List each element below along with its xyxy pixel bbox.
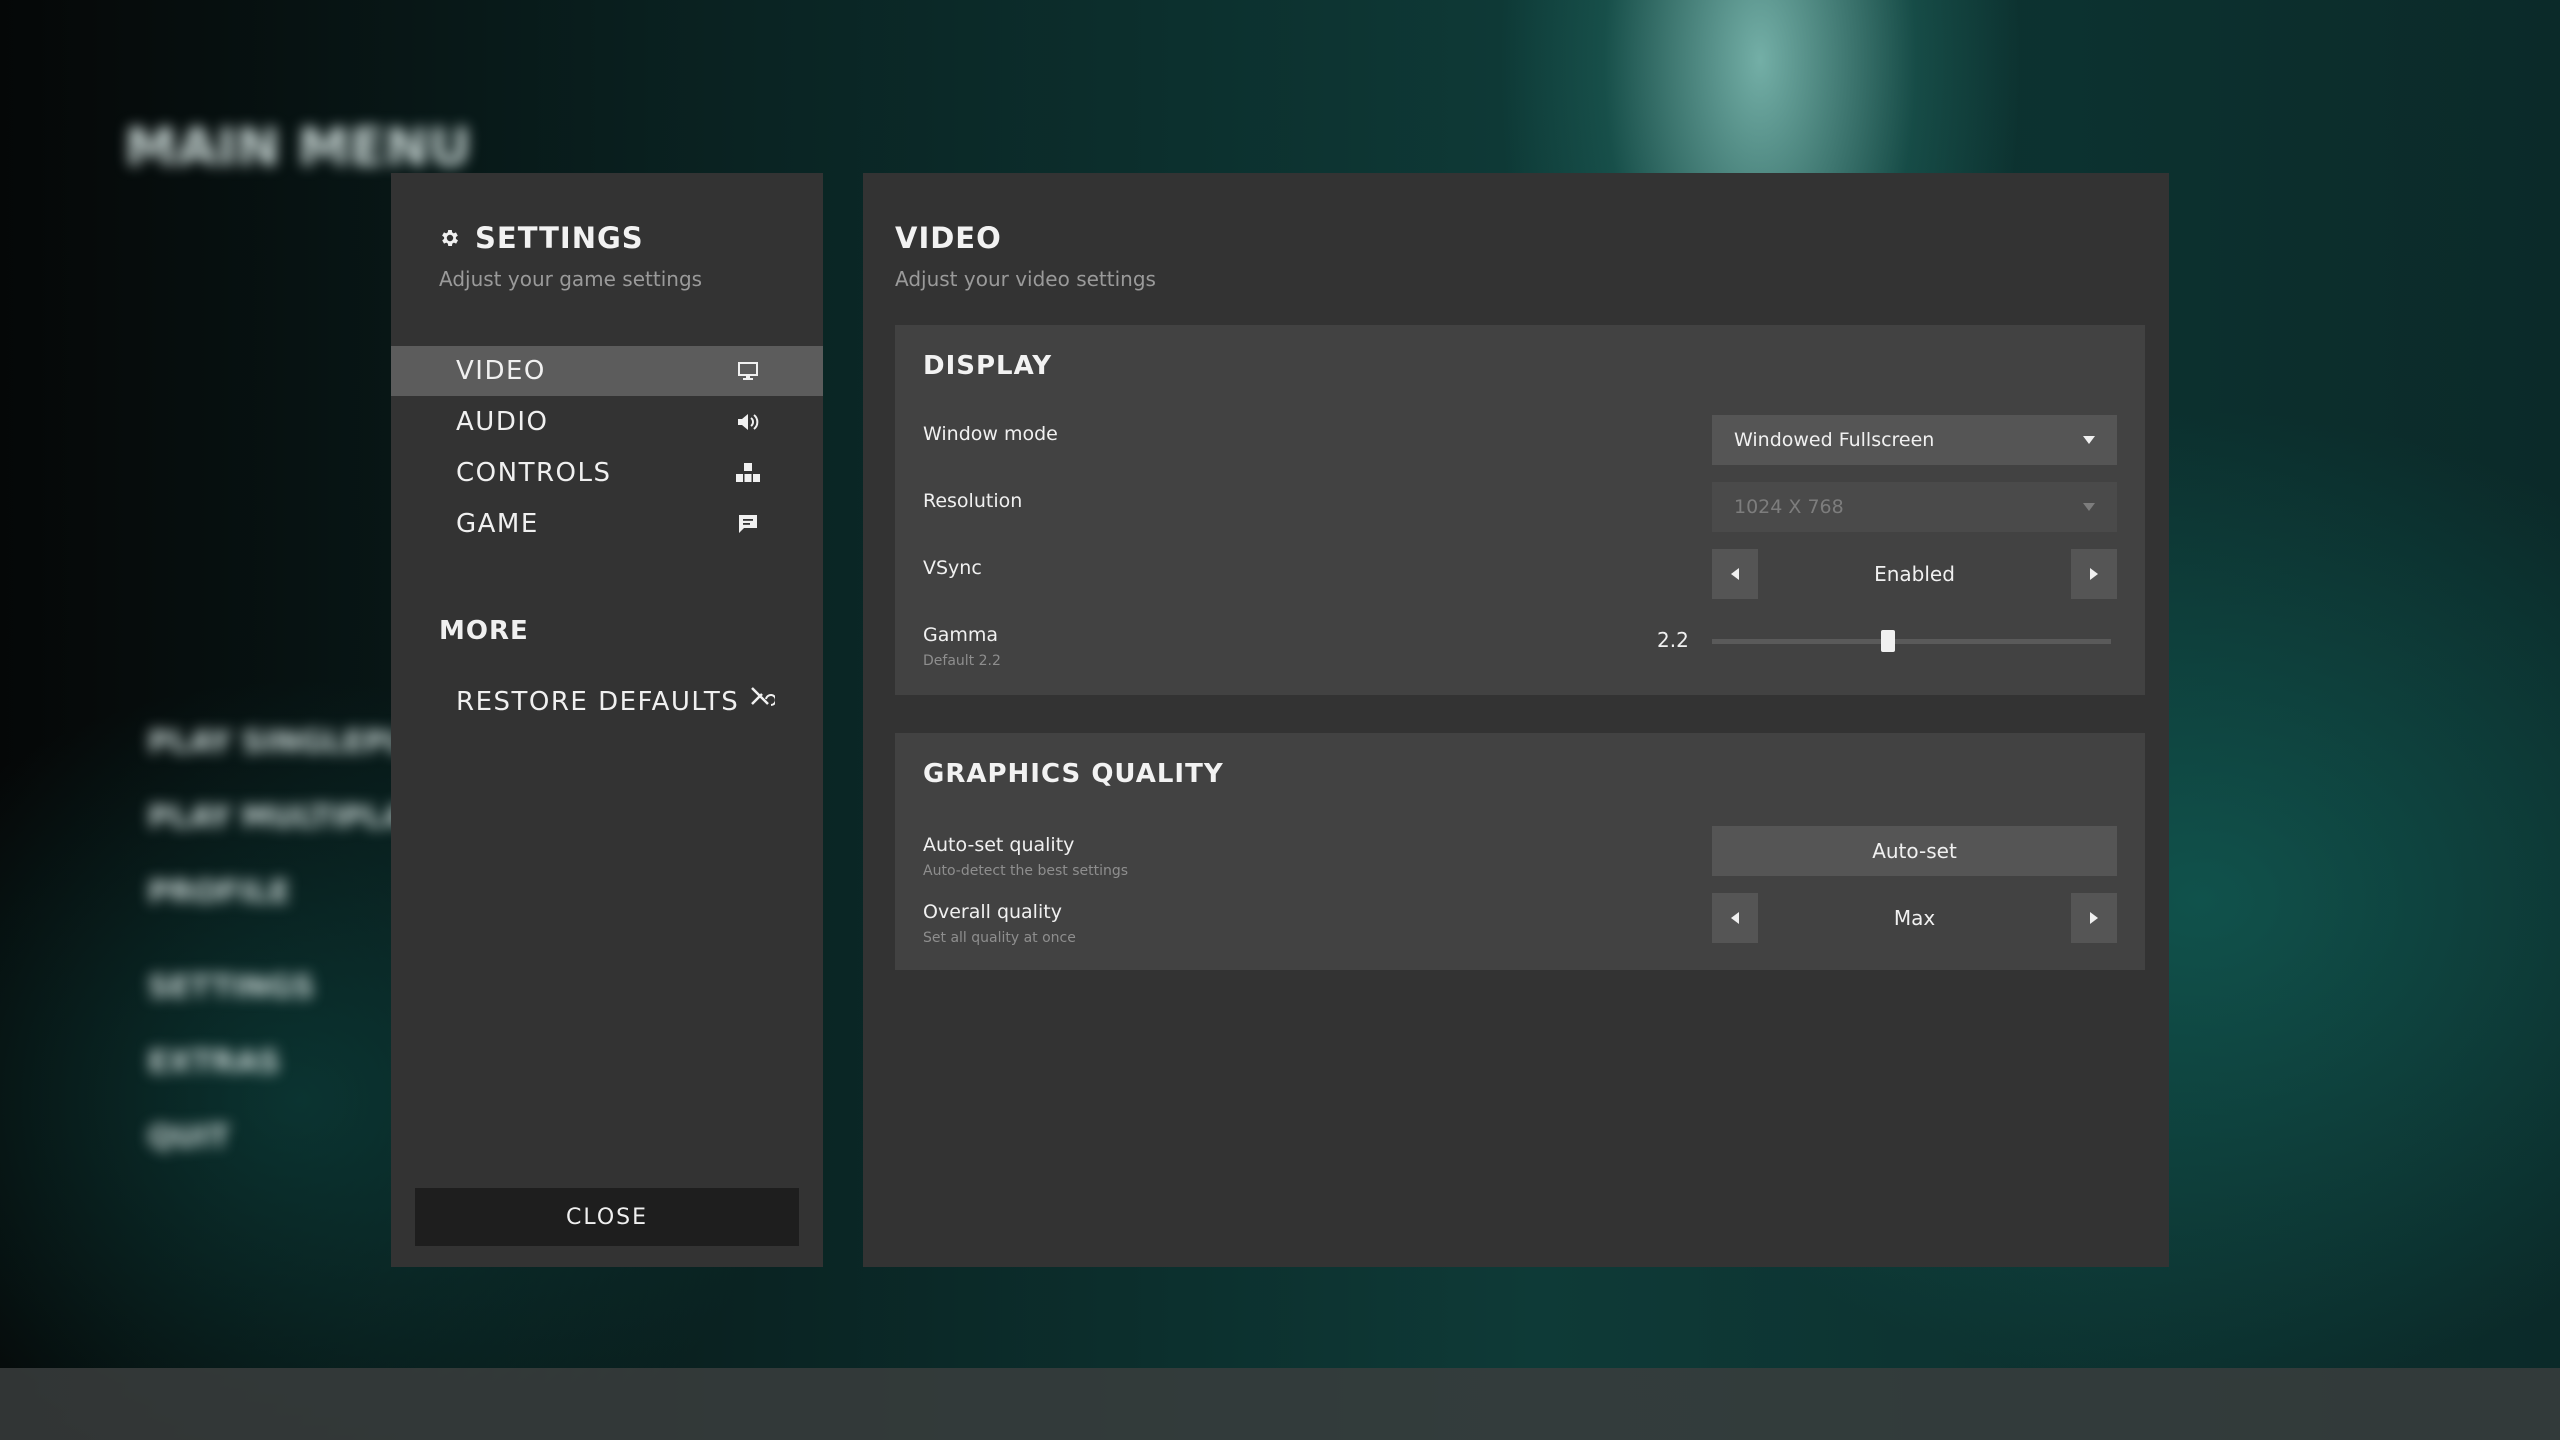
gamma-slider-track[interactable] — [1712, 630, 2111, 652]
background-menu-item-5: EXTRAS — [148, 1045, 281, 1080]
background-menu-item-3: PROFILE — [148, 875, 290, 910]
nav-item-audio[interactable]: AUDIO — [391, 397, 823, 447]
background-footer-bar — [0, 1368, 2560, 1440]
settings-sidebar: SETTINGS Adjust your game settings VIDEO… — [391, 173, 823, 1267]
gamma-slider-group: 2.2 — [1657, 616, 2117, 666]
nav-item-controls[interactable]: CONTROLS — [391, 448, 823, 498]
auto-set-row: Auto-set quality Auto-detect the best se… — [923, 826, 2117, 879]
overall-quality-row: Overall quality Set all quality at once … — [923, 893, 2117, 946]
monitor-icon — [735, 358, 761, 384]
gear-icon — [439, 227, 461, 249]
arrow-right-icon — [2090, 912, 2098, 924]
window-mode-row: Window mode Windowed Fullscreen — [923, 415, 2117, 465]
display-title: DISPLAY — [923, 351, 1053, 381]
graphics-quality-title: GRAPHICS QUALITY — [923, 759, 1224, 789]
window-mode-label: Window mode — [923, 423, 1058, 445]
background-heading: MAIN MENU — [125, 118, 471, 178]
video-settings-panel: VIDEO Adjust your video settings DISPLAY… — [863, 173, 2169, 1267]
resolution-label: Resolution — [923, 490, 1023, 512]
video-subtitle: Adjust your video settings — [895, 267, 1156, 291]
auto-set-label: Auto-set quality — [923, 834, 1075, 856]
overall-quality-label: Overall quality — [923, 901, 1062, 923]
overall-quality-stepper: Max — [1712, 893, 2117, 943]
nav-item-label: VIDEO — [456, 356, 546, 386]
auto-set-button[interactable]: Auto-set — [1712, 826, 2117, 876]
overall-quality-next-button[interactable] — [2071, 893, 2117, 943]
vsync-row: VSync Enabled — [923, 549, 2117, 599]
vsync-next-button[interactable] — [2071, 549, 2117, 599]
overall-quality-note: Set all quality at once — [923, 930, 1076, 946]
gamma-slider-thumb[interactable] — [1880, 630, 1895, 652]
auto-set-note: Auto-detect the best settings — [923, 863, 1129, 879]
settings-title: SETTINGS — [475, 221, 644, 255]
nav-item-video[interactable]: VIDEO — [391, 346, 823, 396]
nav-item-game[interactable]: GAME — [391, 499, 823, 549]
gamma-value: 2.2 — [1657, 628, 1689, 652]
close-button[interactable]: CLOSE — [415, 1188, 799, 1246]
chevron-down-icon — [2083, 436, 2095, 444]
nav-item-label: AUDIO — [456, 407, 549, 437]
nav-item-label: CONTROLS — [456, 458, 612, 488]
vsync-label: VSync — [923, 557, 982, 579]
arrow-left-icon — [1731, 568, 1739, 580]
gamma-label: Gamma — [923, 624, 999, 646]
vsync-stepper: Enabled — [1712, 549, 2117, 599]
gamma-row: Gamma Default 2.2 2.2 — [923, 616, 2117, 669]
restore-defaults-label: RESTORE DEFAULTS — [456, 686, 740, 717]
settings-subtitle: Adjust your game settings — [439, 267, 703, 291]
window-mode-dropdown[interactable]: Windowed Fullscreen — [1712, 415, 2117, 465]
graphics-quality-card: GRAPHICS QUALITY Auto-set quality Auto-d… — [895, 733, 2145, 970]
background-menu-item-4: SETTINGS — [148, 970, 315, 1005]
settings-nav: VIDEO AUDIO CONTROLS GAME — [391, 346, 823, 550]
vsync-prev-button[interactable] — [1712, 549, 1758, 599]
arrow-right-icon — [2090, 568, 2098, 580]
vsync-value: Enabled — [1874, 562, 1955, 586]
chevron-down-icon — [2083, 503, 2095, 511]
resolution-dropdown: 1024 X 768 — [1712, 482, 2117, 532]
gamma-default-note: Default 2.2 — [923, 653, 1001, 669]
controls-icon — [735, 460, 761, 486]
overall-quality-value: Max — [1893, 906, 1936, 930]
arrow-left-icon — [1731, 912, 1739, 924]
resolution-row: Resolution 1024 X 768 — [923, 482, 2117, 532]
speaker-icon — [735, 409, 761, 435]
reset-icon — [749, 685, 778, 718]
nav-item-label: GAME — [456, 509, 539, 539]
resolution-value: 1024 X 768 — [1734, 496, 1844, 518]
settings-header: SETTINGS Adjust your game settings — [439, 221, 702, 291]
display-card: DISPLAY Window mode Windowed Fullscreen … — [895, 325, 2145, 695]
window-mode-value: Windowed Fullscreen — [1734, 429, 1935, 451]
overall-quality-prev-button[interactable] — [1712, 893, 1758, 943]
more-section-title: MORE — [439, 616, 529, 646]
chat-icon — [735, 511, 761, 537]
video-title: VIDEO — [895, 221, 1002, 255]
video-header: VIDEO Adjust your video settings — [895, 221, 1156, 291]
background-menu-item-6: QUIT — [148, 1120, 230, 1155]
restore-defaults-button[interactable]: RESTORE DEFAULTS — [456, 685, 778, 718]
